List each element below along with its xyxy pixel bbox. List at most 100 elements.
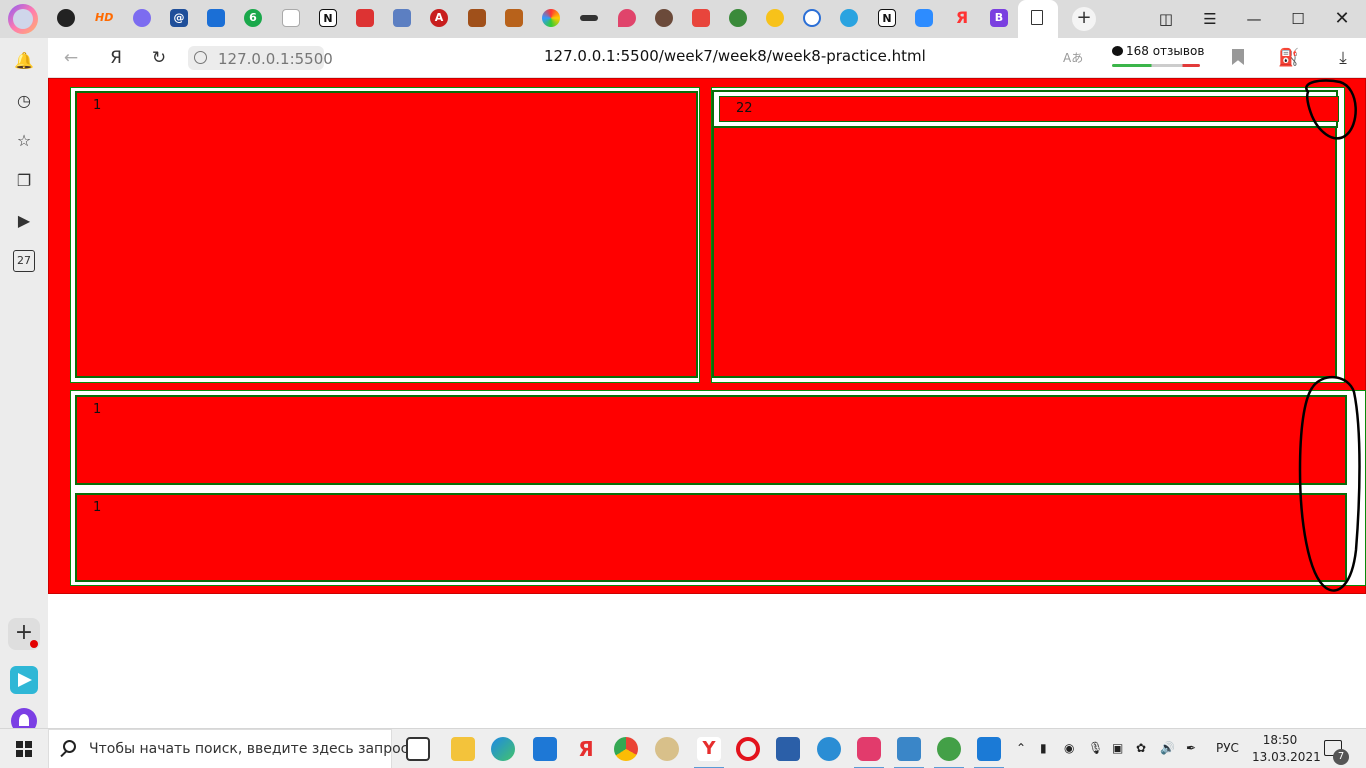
notion-icon[interactable]: N (319, 9, 337, 27)
home-up-icon[interactable] (692, 9, 710, 27)
minimize-button[interactable]: — (1243, 8, 1265, 30)
profile-avatar[interactable] (8, 4, 38, 34)
kinopoisk-icon[interactable] (133, 9, 151, 27)
page-viewport: 1 22 1 1 (48, 78, 1366, 728)
windows-start-icon[interactable] (16, 741, 32, 757)
bookmark-icon[interactable] (1232, 49, 1244, 65)
history-icon[interactable]: ◷ (13, 90, 35, 112)
chrome-icon[interactable] (614, 737, 638, 761)
origin-chip[interactable]: 127.0.0.1:5500 (188, 46, 333, 70)
yandex-logo-icon[interactable]: Я (105, 47, 127, 69)
origin-text: 127.0.0.1:5500 (218, 50, 333, 68)
telegram-icon[interactable] (840, 9, 858, 27)
color-wheel-icon[interactable] (542, 9, 560, 27)
sushi-icon[interactable] (580, 15, 598, 21)
box-label: 1 (93, 500, 102, 515)
b-icon[interactable]: B (990, 9, 1008, 27)
back-icon[interactable]: ← (60, 47, 82, 69)
mic-icon[interactable]: 🎙 (1088, 741, 1103, 755)
a-star-icon[interactable]: A (430, 9, 448, 27)
clock[interactable]: 18:50 13.03.2021 (1252, 732, 1321, 766)
box-label: 22 (736, 101, 753, 116)
blocks-icon[interactable] (468, 9, 486, 27)
clock-date: 13.03.2021 (1252, 750, 1321, 764)
play-icon[interactable]: ▶ (13, 210, 35, 232)
yandex-browser-icon[interactable]: Y (697, 737, 721, 761)
tab-active[interactable] (1018, 0, 1058, 38)
bird-icon[interactable] (729, 9, 747, 27)
search-placeholder: Чтобы начать поиск, введите здесь запрос (89, 741, 409, 757)
github-icon[interactable] (57, 9, 75, 27)
box-row3: 1 (75, 493, 1347, 582)
edge-icon[interactable] (491, 737, 515, 761)
extension-icon[interactable]: ⛽ (1278, 47, 1300, 69)
page-icon (1031, 10, 1043, 25)
utorrent-icon[interactable] (937, 737, 961, 761)
close-button[interactable]: ✕ (1331, 8, 1353, 30)
ball-icon[interactable] (655, 9, 673, 27)
star-icon[interactable]: ☆ (13, 130, 35, 152)
mail-icon[interactable] (207, 9, 225, 27)
download-icon[interactable]: ⤓ (1332, 47, 1354, 69)
bell-icon[interactable]: 🔔 (13, 50, 35, 72)
reviews-text: 168 отзывов (1126, 44, 1205, 58)
tray-chevron-icon[interactable]: ⌃ (1016, 741, 1026, 755)
wifi-icon[interactable]: ✿ (1136, 741, 1146, 755)
maximize-button[interactable]: ☐ (1287, 8, 1309, 30)
yandex-icon[interactable]: Я (953, 9, 971, 27)
task-view-icon[interactable] (406, 737, 430, 761)
zoom-icon[interactable] (915, 9, 933, 27)
box-label: 1 (93, 98, 102, 113)
box-top-left: 1 (75, 91, 698, 378)
blocks2-icon[interactable] (505, 9, 523, 27)
taskbar: Чтобы начать поиск, введите здесь запрос… (0, 728, 1366, 768)
display-icon[interactable]: ▣ (1112, 741, 1123, 755)
notification-dot (30, 640, 38, 648)
notion2-icon[interactable]: N (878, 9, 896, 27)
collections-icon[interactable]: ◫ (1155, 8, 1177, 30)
address-bar: ← Я ↻ 127.0.0.1:5500 127.0.0.1:5500/week… (48, 38, 1366, 78)
network-app-icon[interactable] (817, 737, 841, 761)
tab-bar: HD @ 6 N A N Я B + ◫ ☰ — ☐ ✕ (0, 0, 1366, 38)
box-inner-top-right: 22 (719, 96, 1339, 122)
mail-app-icon[interactable] (533, 737, 557, 761)
pen-icon[interactable]: ✒ (1186, 741, 1196, 755)
reviews-badge[interactable]: 168 отзывов (1112, 44, 1205, 67)
opera-icon[interactable] (736, 737, 760, 761)
globe-icon (194, 51, 207, 64)
page-canvas: 1 22 1 1 (48, 78, 1366, 594)
reload-icon[interactable]: ↻ (148, 47, 170, 69)
puzzle-icon[interactable] (356, 9, 374, 27)
camera-icon[interactable]: ◉ (1064, 741, 1074, 755)
app-icon[interactable] (897, 737, 921, 761)
volume-icon[interactable]: 🔊 (1160, 741, 1175, 755)
hd-icon[interactable]: HD (95, 9, 113, 27)
photos-icon[interactable] (776, 737, 800, 761)
reviews-rating-bar (1112, 64, 1200, 67)
menu-icon[interactable]: ☰ (1199, 8, 1221, 30)
smiley-icon[interactable] (766, 9, 784, 27)
calendar-icon[interactable]: 27 (13, 250, 35, 272)
new-tab-button[interactable]: + (1072, 7, 1096, 31)
translate-icon[interactable]: Aあ (1063, 49, 1083, 66)
send-icon[interactable] (10, 666, 38, 694)
drop-icon[interactable] (618, 9, 636, 27)
mailbox-icon[interactable] (393, 9, 411, 27)
language-indicator[interactable]: РУС (1216, 741, 1239, 755)
creative-cloud-icon[interactable] (857, 737, 881, 761)
collections-sidebar-icon[interactable]: ❐ (13, 170, 35, 192)
sidebar: 🔔 ◷ ☆ ❐ ▶ 27 + (0, 38, 48, 734)
url-field[interactable]: 127.0.0.1:5500/week7/week8/week8-practic… (544, 47, 926, 65)
taskbar-search[interactable]: Чтобы начать поиск, введите здесь запрос (48, 729, 408, 768)
compass-icon[interactable] (803, 9, 821, 27)
number6-icon[interactable]: 6 (244, 9, 262, 27)
doc-icon[interactable] (282, 9, 300, 27)
file-explorer-icon[interactable] (451, 737, 475, 761)
speech-bubble-icon (1112, 46, 1123, 56)
vscode-icon[interactable] (977, 737, 1001, 761)
at-icon[interactable]: @ (170, 9, 188, 27)
yandex-app-icon[interactable]: Я (574, 737, 598, 761)
box-label: 1 (93, 402, 102, 417)
battery-icon[interactable]: ▮ (1040, 741, 1047, 755)
paint-icon[interactable] (655, 737, 679, 761)
